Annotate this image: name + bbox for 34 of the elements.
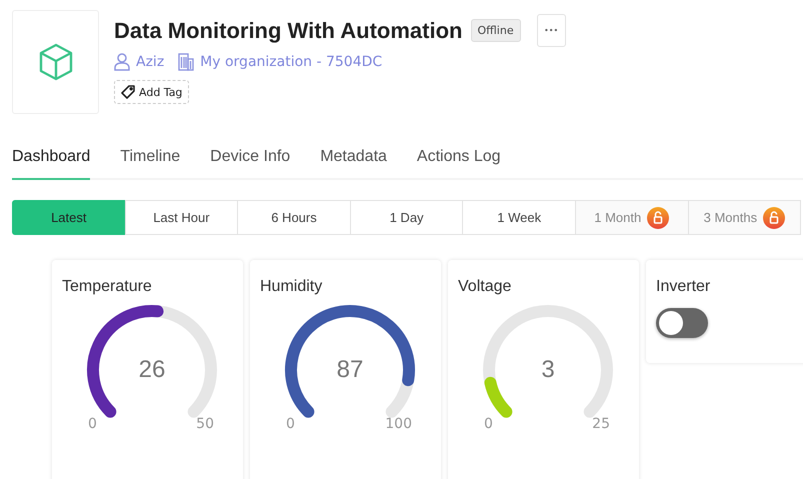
tag-icon [121, 85, 135, 99]
time-range-button[interactable]: Last Hour [124, 200, 238, 235]
time-range-button[interactable]: 6 Hours [237, 200, 351, 235]
toggle-switch[interactable] [656, 308, 708, 338]
tab[interactable]: Metadata [320, 134, 387, 180]
lock-icon [647, 206, 670, 228]
gauge-min-label: 0 [484, 416, 493, 432]
lock-icon [763, 206, 786, 228]
status-badge: Offline [470, 19, 521, 42]
device-title: Data Monitoring With Automation [114, 18, 462, 44]
time-range-button[interactable]: 1 Week [462, 200, 576, 235]
more-button[interactable]: ••• [536, 14, 566, 47]
gauge-value: 3 [541, 356, 555, 384]
add-tag-button[interactable]: Add Tag [114, 80, 190, 104]
tab[interactable]: Actions Log [416, 134, 501, 180]
gauge-max-label: 50 [196, 416, 214, 432]
user-icon [114, 53, 130, 71]
widget-title: Temperature [62, 278, 153, 296]
cube-icon [38, 43, 72, 81]
gauge-max-label: 100 [385, 416, 412, 432]
widget-title: Inverter [656, 278, 712, 296]
tab[interactable]: Device Info [210, 134, 290, 180]
gauge-min-label: 0 [88, 416, 97, 432]
gauge-max-label: 25 [592, 416, 610, 432]
time-range-button[interactable]: Latest [12, 200, 126, 235]
tab[interactable]: Timeline [120, 134, 180, 180]
building-icon [178, 53, 194, 71]
gauge-min-label: 0 [286, 416, 295, 432]
widget-title: Humidity [260, 278, 324, 296]
gauge-value: 87 [336, 356, 364, 384]
time-range-button[interactable]: 1 Day [350, 200, 464, 235]
gauge-value: 26 [138, 356, 166, 384]
tab[interactable]: Dashboard [12, 134, 90, 180]
widget-title: Voltage [458, 278, 512, 296]
